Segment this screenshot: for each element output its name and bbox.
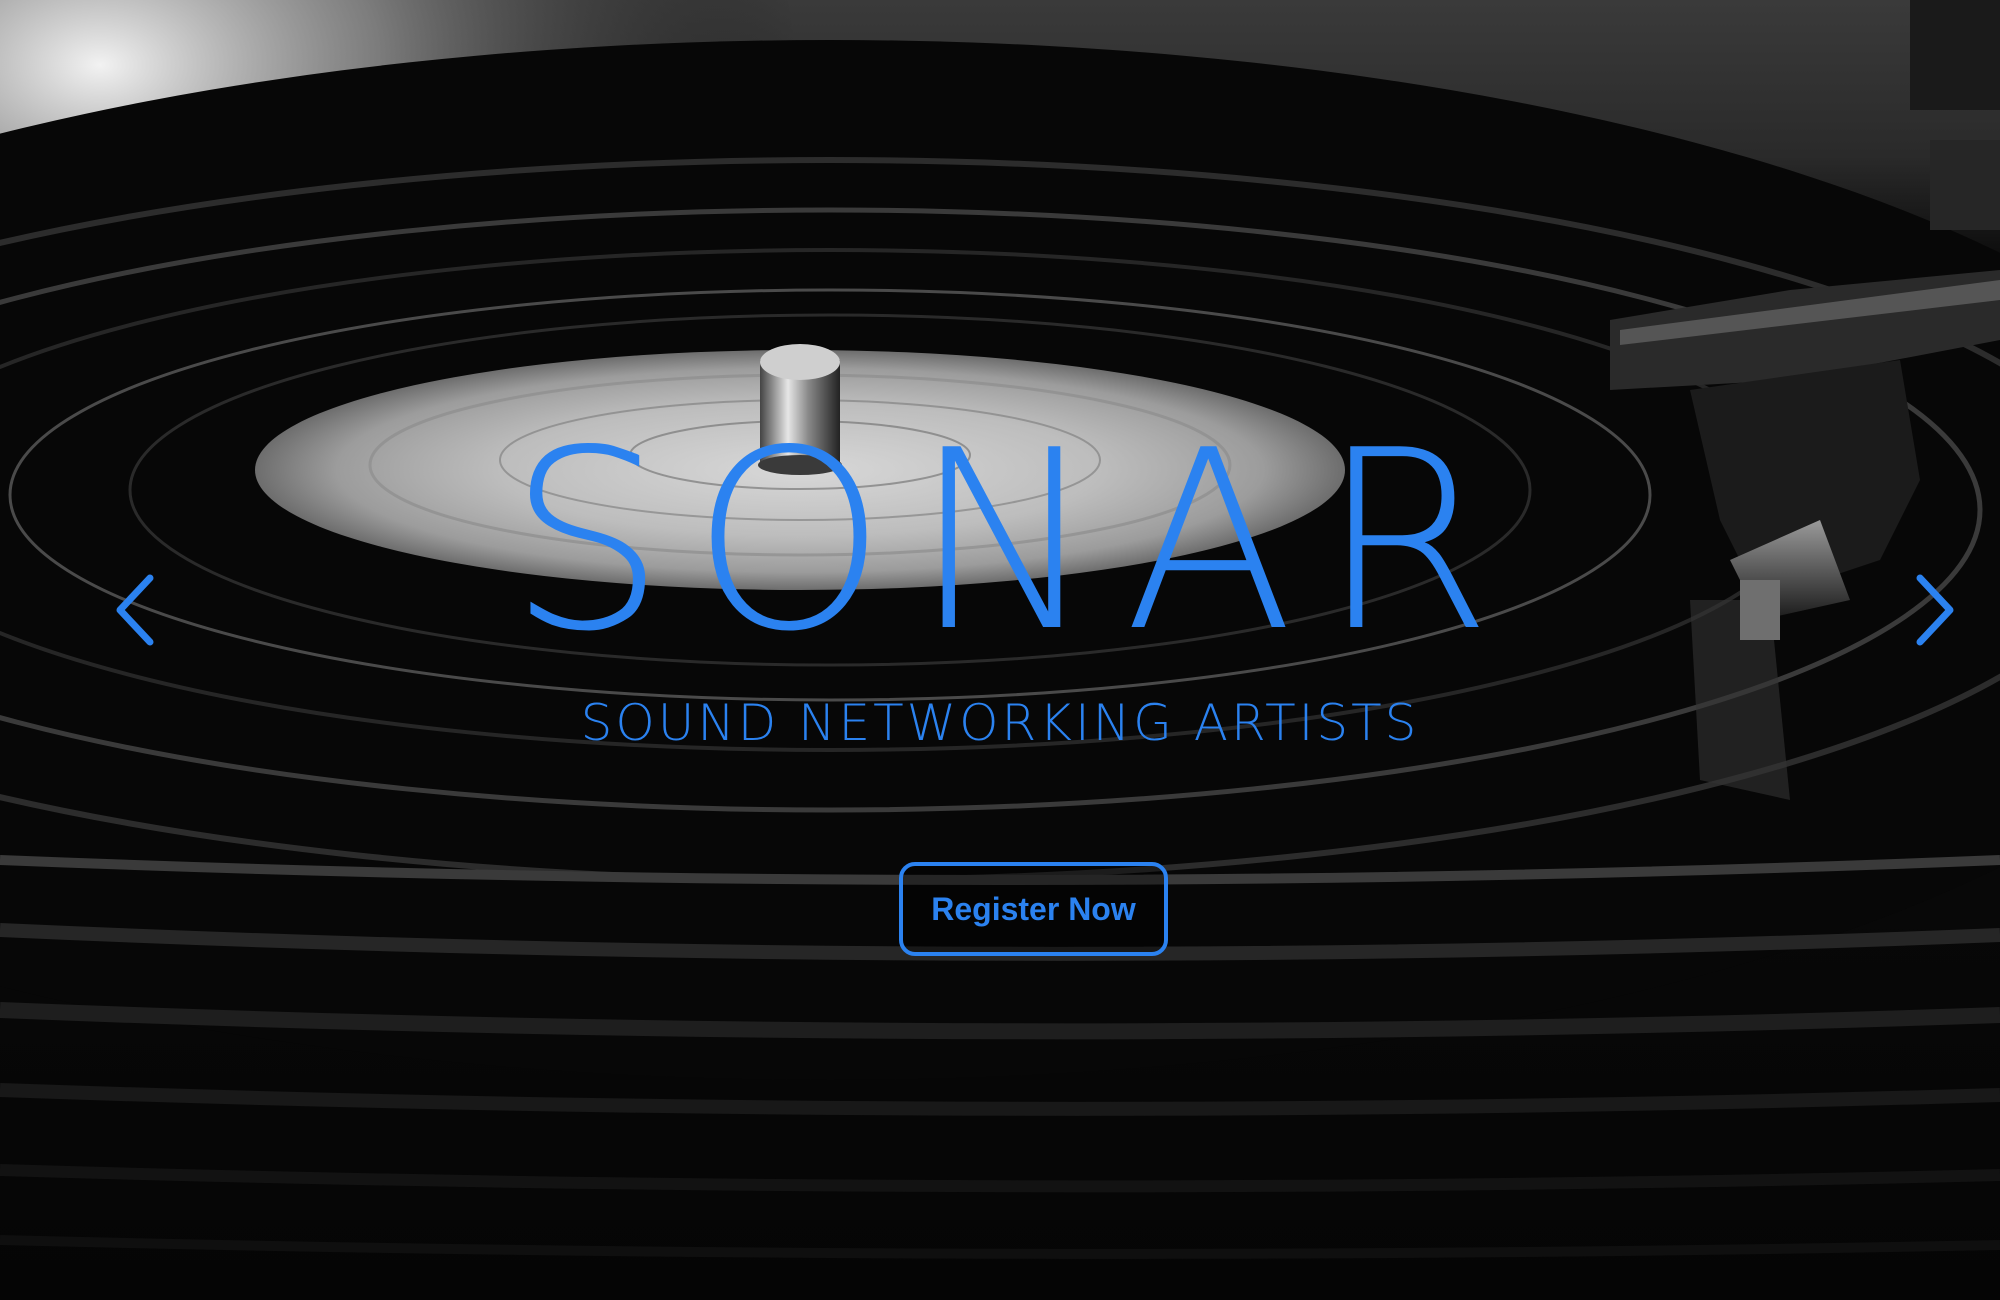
site-tagline: SOUND NETWORKING ARTISTS [580,694,1420,752]
carousel-next-button[interactable] [1905,570,1965,650]
chevron-right-icon [1916,574,1954,646]
hero-section: SONAR SOUND NETWORKING ARTISTS Register … [0,0,2000,1300]
chevron-left-icon [116,574,154,646]
register-now-button[interactable]: Register Now [899,862,1168,956]
site-title: SONAR [507,398,1519,686]
carousel-prev-button[interactable] [105,570,165,650]
